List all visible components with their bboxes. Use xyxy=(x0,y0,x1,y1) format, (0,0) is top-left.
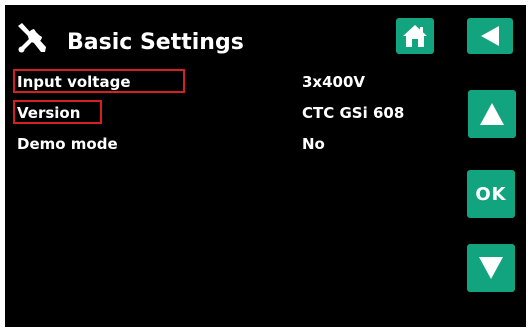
setting-label: Version xyxy=(17,104,81,122)
down-button[interactable] xyxy=(467,244,515,292)
tools-icon xyxy=(15,21,49,55)
back-button[interactable] xyxy=(467,18,513,54)
up-button[interactable] xyxy=(468,90,516,138)
setting-value: 3x400V xyxy=(302,73,366,91)
home-icon xyxy=(402,24,428,48)
setting-row-input-voltage[interactable]: Input voltage 3x400V xyxy=(13,69,453,95)
setting-value: No xyxy=(302,135,325,153)
back-arrow-icon xyxy=(478,24,502,48)
page-title: Basic Settings xyxy=(67,30,244,55)
ok-button[interactable]: OK xyxy=(467,170,515,218)
setting-label: Demo mode xyxy=(17,135,118,153)
display-screen: Basic Settings Input voltage 3x400V Vers… xyxy=(5,5,526,327)
up-arrow-icon xyxy=(478,101,506,127)
down-arrow-icon xyxy=(477,255,505,281)
setting-label: Input voltage xyxy=(17,73,131,91)
home-button[interactable] xyxy=(396,18,434,54)
setting-value: CTC GSi 608 xyxy=(302,104,405,122)
setting-row-demo-mode[interactable]: Demo mode No xyxy=(13,131,453,157)
ok-label: OK xyxy=(475,183,507,205)
setting-row-version[interactable]: Version CTC GSi 608 xyxy=(13,100,453,126)
header: Basic Settings xyxy=(5,5,526,69)
